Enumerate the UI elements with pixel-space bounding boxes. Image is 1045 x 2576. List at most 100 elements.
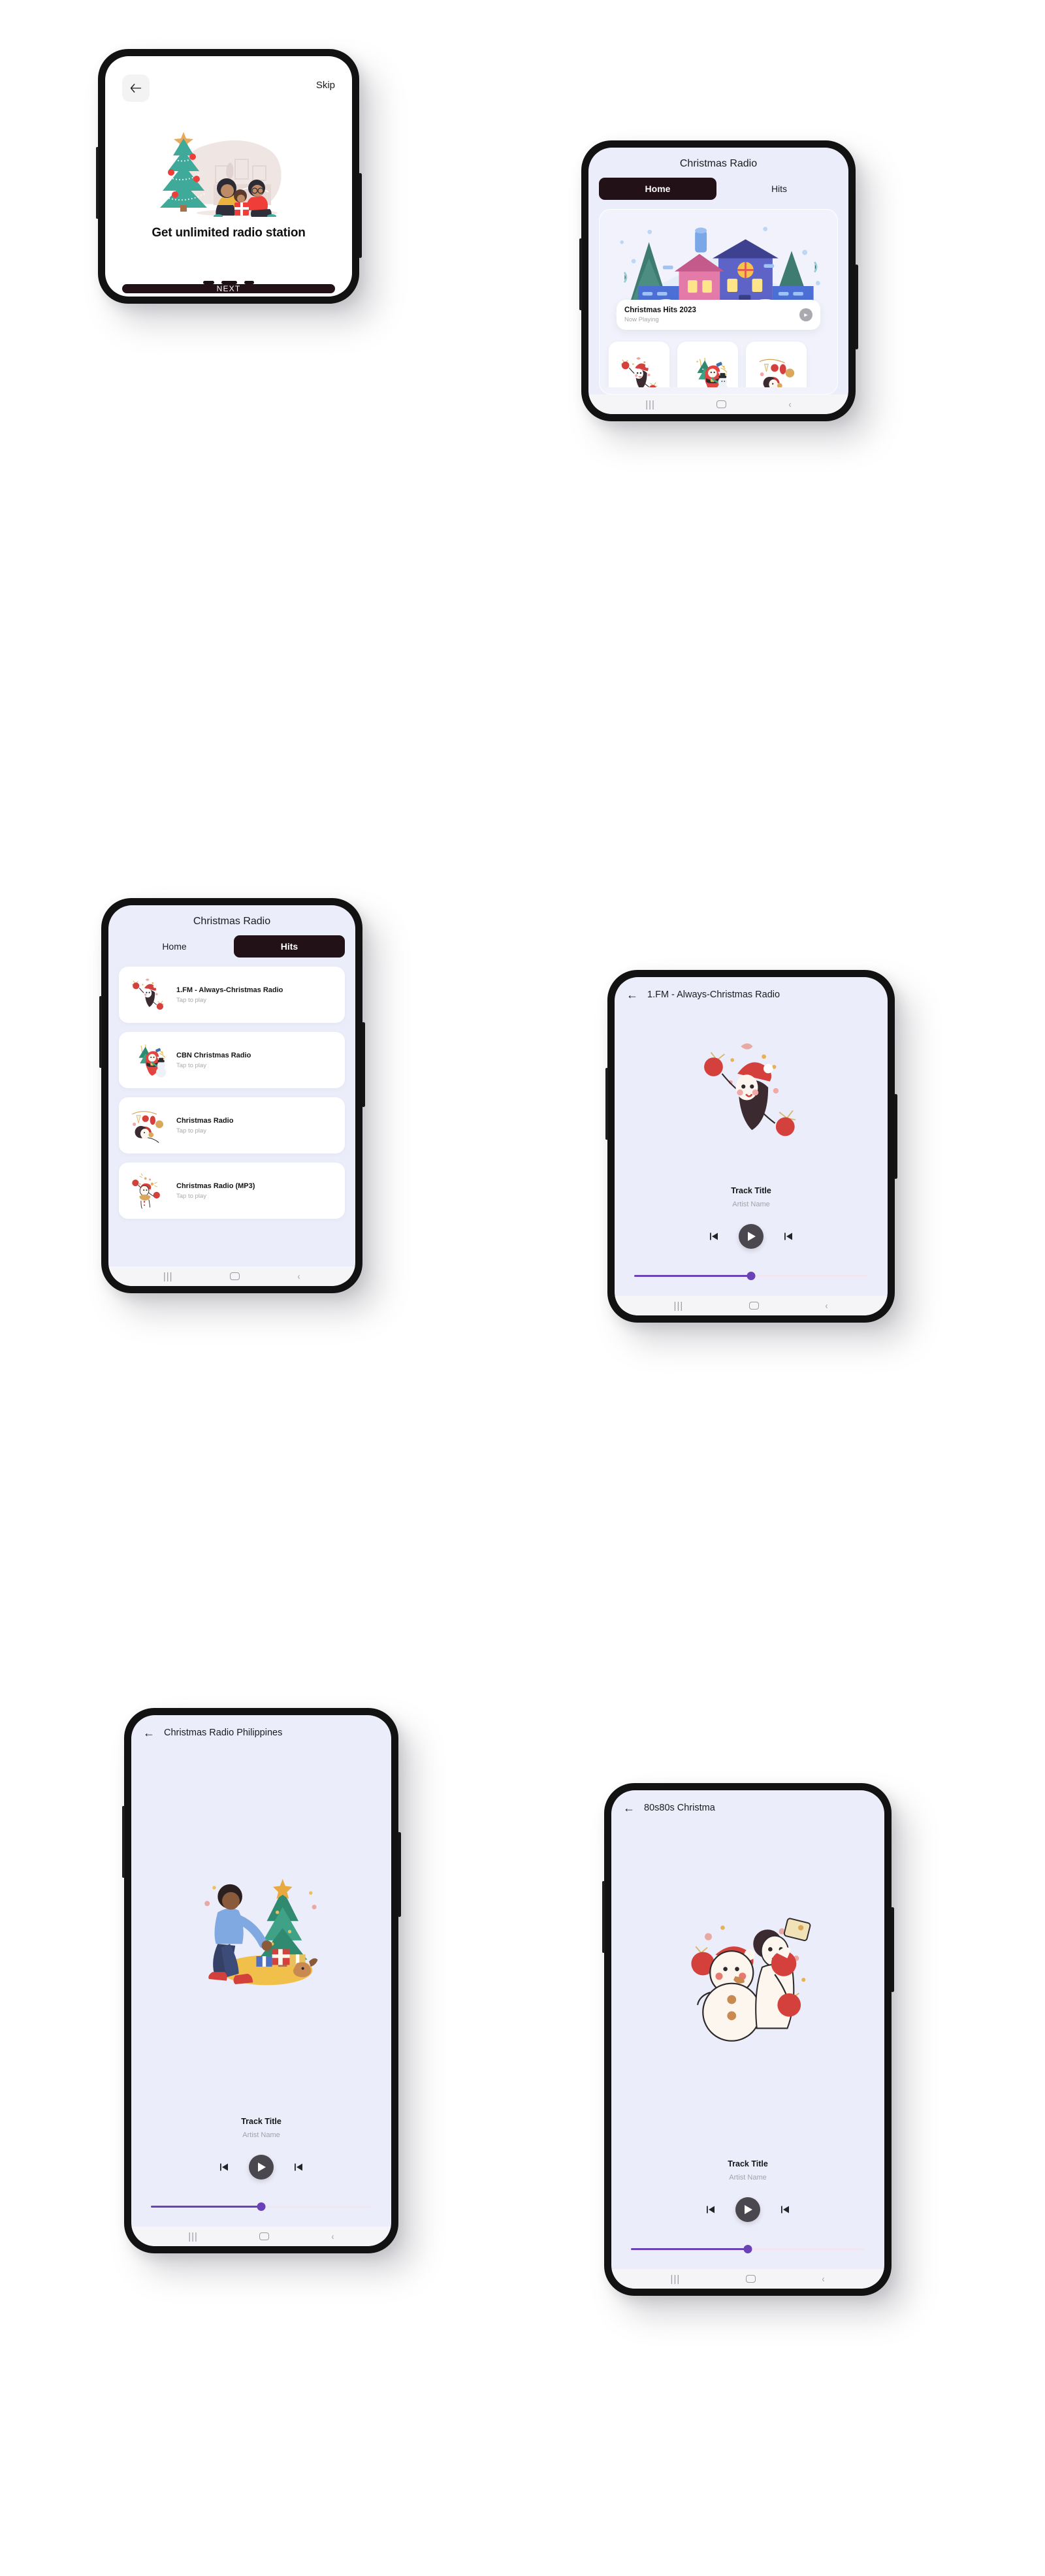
station-tile[interactable]: Wa	[746, 342, 807, 387]
progress-slider[interactable]	[631, 2244, 865, 2253]
phone-onboarding: Skip Get unlimited radio station NEXT	[96, 49, 362, 304]
play-button[interactable]	[249, 2155, 274, 2180]
arrow-left-icon	[130, 84, 142, 93]
tab-bar: Home Hits	[588, 170, 848, 200]
progress-slider-wrap	[131, 2202, 391, 2211]
page-title: 80s80s Christma	[644, 1803, 715, 1813]
back-button[interactable]: ←	[623, 1802, 635, 1814]
progress-slider[interactable]	[151, 2202, 372, 2211]
screen-player-philippines: ← Christmas Radio Philippines Track Titl…	[131, 1715, 391, 2246]
artist-name: Artist Name	[732, 1200, 770, 1208]
list-item[interactable]: CBN Christmas Radio Tap to play	[119, 1032, 345, 1088]
list-item[interactable]: Christmas Radio (MP3) Tap to play	[119, 1163, 345, 1219]
station-hint: Tap to play	[176, 1127, 206, 1135]
skip-previous-icon[interactable]	[705, 2204, 716, 2215]
artist-name: Artist Name	[242, 2131, 280, 2139]
home-icon[interactable]	[230, 1272, 240, 1280]
back-button[interactable]	[122, 74, 150, 102]
play-button[interactable]	[735, 2197, 760, 2222]
play-button[interactable]	[739, 1224, 764, 1249]
skip-next-icon[interactable]	[783, 1231, 794, 1242]
screen-onboarding: Skip Get unlimited radio station NEXT	[105, 56, 352, 297]
slider-knob[interactable]	[747, 1271, 756, 1280]
station-tile[interactable]: WalmRadio	[677, 342, 738, 387]
screen-player-fm: ← 1.FM - Always-Christmas Radio Track Ti…	[615, 977, 888, 1315]
now-playing-card[interactable]: Christmas Hits 2023 Now Playing ►	[617, 300, 820, 330]
now-playing-text: Christmas Hits 2023 Now Playing	[624, 306, 696, 323]
slider-knob[interactable]	[743, 2244, 752, 2253]
player-header: ← 1.FM - Always-Christmas Radio	[615, 977, 888, 1001]
player-artwork	[131, 1739, 391, 2117]
station-name: Christmas Radio (MP3)	[176, 1182, 255, 1190]
back-nav-icon[interactable]: ‹	[788, 400, 791, 410]
phone-player-philippines: ← Christmas Radio Philippines Track Titl…	[122, 1708, 401, 2253]
list-item-text: Christmas Radio (MP3) Tap to play	[176, 1182, 255, 1200]
station-thumbnail	[128, 974, 169, 1015]
progress-slider-wrap	[611, 2244, 884, 2253]
page-title: Christmas Radio Philippines	[164, 1728, 283, 1738]
station-name: Christmas Radio	[176, 1116, 234, 1125]
android-navbar: ||| ‹	[108, 1266, 355, 1286]
onboarding-title: Get unlimited radio station	[152, 226, 306, 240]
player-header: ← 80s80s Christma	[611, 1790, 884, 1814]
recents-icon[interactable]: |||	[645, 400, 655, 410]
skip-previous-icon[interactable]	[709, 1231, 719, 1242]
player-controls	[131, 2155, 391, 2180]
page-title: Christmas Radio	[679, 158, 758, 169]
tab-bar: Home Hits	[108, 927, 355, 958]
home-icon[interactable]	[746, 2275, 756, 2283]
next-button[interactable]: NEXT	[122, 284, 335, 293]
station-name: 1.FM - Always-Christmas Radio	[176, 986, 283, 994]
station-thumbnail	[128, 1105, 169, 1146]
skip-button[interactable]: Skip	[316, 74, 335, 91]
back-button[interactable]: ←	[626, 989, 638, 1001]
back-button[interactable]: ←	[143, 1727, 155, 1739]
list-item-text: Christmas Radio Tap to play	[176, 1117, 233, 1135]
man-gift-tree-illustration	[204, 1878, 317, 1985]
station-tile[interactable]: CHRISTMAS CHOR	[609, 342, 669, 387]
slider-fill	[151, 2205, 261, 2208]
home-icon[interactable]	[259, 2232, 270, 2240]
progress-slider[interactable]	[634, 1271, 868, 1280]
recents-icon[interactable]: |||	[674, 1301, 684, 1311]
tab-hits[interactable]: Hits	[720, 178, 838, 200]
station-hint: Tap to play	[176, 1192, 206, 1200]
skip-previous-icon[interactable]	[219, 2162, 229, 2172]
tab-home[interactable]: Home	[599, 178, 716, 200]
ornaments-illustration	[759, 359, 794, 387]
recents-icon[interactable]: |||	[671, 2274, 681, 2284]
player-controls	[611, 2197, 884, 2222]
tab-home[interactable]: Home	[119, 935, 230, 958]
back-nav-icon[interactable]: ‹	[331, 2232, 334, 2242]
android-navbar: ||| ‹	[615, 1296, 888, 1315]
christmas-chor-illustration	[132, 978, 164, 1010]
list-item[interactable]: 1.FM - Always-Christmas Radio Tap to pla…	[119, 967, 345, 1023]
back-nav-icon[interactable]: ‹	[826, 1301, 828, 1311]
slider-fill	[631, 2247, 748, 2250]
screen-player-80s: ← 80s80s Christma Track Title Artist Nam…	[611, 1790, 884, 2289]
back-nav-icon[interactable]: ‹	[822, 2274, 825, 2284]
track-title: Track Title	[241, 2117, 281, 2126]
back-nav-icon[interactable]: ‹	[298, 1272, 300, 1281]
list-item[interactable]: Christmas Radio Tap to play	[119, 1097, 345, 1153]
tab-hits[interactable]: Hits	[234, 935, 345, 958]
screen-home: Christmas Radio Home Hits Christmas Hits…	[588, 148, 848, 414]
player-artwork	[615, 1001, 888, 1186]
family-christmas-tree-illustration	[160, 132, 281, 217]
home-icon[interactable]	[716, 400, 727, 408]
skip-next-icon[interactable]	[293, 2162, 304, 2172]
artist-name: Artist Name	[729, 2174, 767, 2182]
recents-icon[interactable]: |||	[188, 2232, 198, 2242]
phone-hits: Christmas Radio Home Hits 1.FM - Always-…	[99, 898, 365, 1293]
phone-home: Christmas Radio Home Hits Christmas Hits…	[579, 140, 858, 421]
skip-next-icon[interactable]	[780, 2204, 790, 2215]
play-icon[interactable]: ►	[799, 308, 812, 321]
onboarding-topbar: Skip	[105, 56, 352, 102]
slider-knob[interactable]	[257, 2202, 266, 2211]
snowball-kid-illustration	[132, 1173, 160, 1209]
android-navbar: ||| ‹	[588, 394, 848, 414]
snowman-kid-illustration	[691, 1918, 811, 2042]
recents-icon[interactable]: |||	[163, 1272, 173, 1281]
home-icon[interactable]	[749, 1302, 760, 1310]
phone-player-80s: ← 80s80s Christma Track Title Artist Nam…	[602, 1783, 894, 2296]
